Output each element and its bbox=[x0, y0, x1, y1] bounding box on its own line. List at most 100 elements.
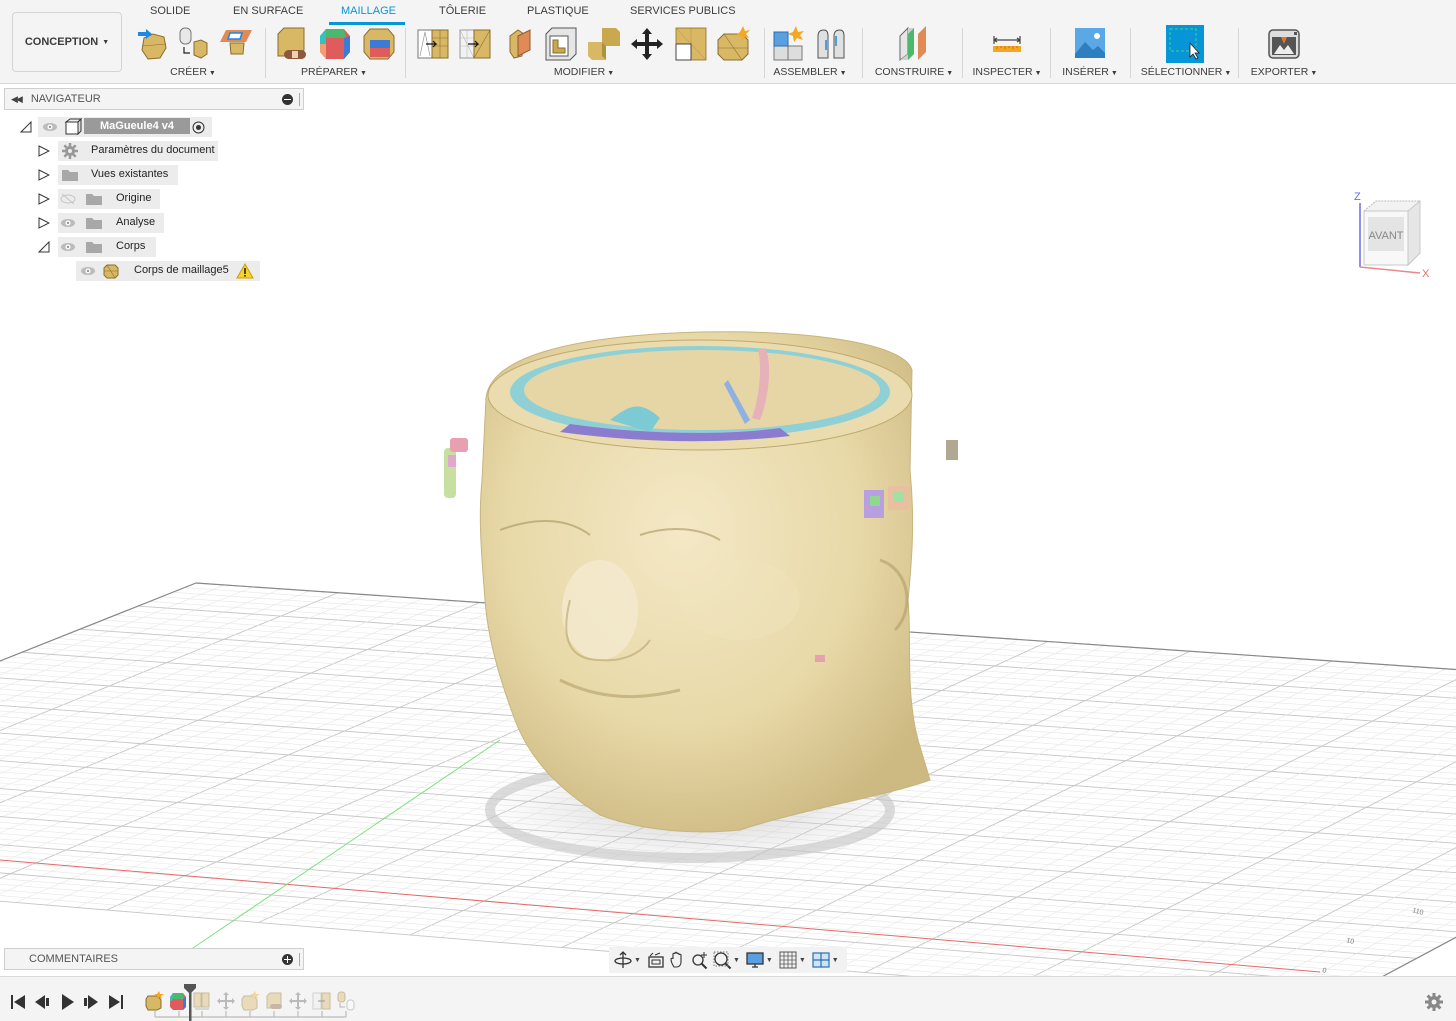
orbit-button[interactable]: ▼ bbox=[613, 949, 644, 971]
create-face-group-button[interactable] bbox=[220, 26, 254, 62]
view-cube-face-label: AVANT bbox=[1368, 230, 1403, 242]
warning-icon[interactable] bbox=[236, 263, 254, 279]
move-button[interactable] bbox=[630, 26, 664, 62]
new-component-icon bbox=[773, 26, 804, 61]
pan-icon bbox=[670, 951, 682, 968]
collapsed-triangle-icon[interactable] bbox=[38, 193, 50, 205]
plane-cut-button[interactable] bbox=[674, 26, 708, 62]
joint-button[interactable] bbox=[814, 26, 848, 62]
tessellate-feature-icon[interactable] bbox=[336, 991, 356, 1011]
insert-mesh-button[interactable] bbox=[136, 26, 170, 62]
group-label-selectionner[interactable]: SÉLECTIONNER ▼ bbox=[1138, 66, 1234, 78]
folder-icon bbox=[86, 194, 102, 205]
grid-settings-button[interactable]: ▼ bbox=[778, 949, 809, 971]
new-component-button[interactable] bbox=[772, 26, 806, 62]
collapsed-triangle-icon[interactable] bbox=[38, 169, 50, 181]
tab-tolerie[interactable]: TÔLERIE bbox=[439, 5, 486, 17]
workspace-label: CONCEPTION bbox=[24, 36, 99, 48]
expanded-triangle-icon[interactable] bbox=[38, 241, 50, 253]
insert-mesh-feature-icon[interactable] bbox=[144, 991, 164, 1011]
group-label-inspecter[interactable]: INSPECTER ▼ bbox=[970, 66, 1044, 78]
collapsed-triangle-icon[interactable] bbox=[38, 217, 50, 229]
export-button[interactable] bbox=[1267, 26, 1301, 62]
erase-and-fill-button[interactable] bbox=[502, 26, 536, 62]
repair-icon bbox=[277, 27, 306, 59]
shell-button[interactable] bbox=[544, 26, 578, 62]
group-label-modifier[interactable]: MODIFIER ▼ bbox=[410, 66, 758, 78]
last-icon[interactable] bbox=[107, 994, 125, 1010]
tab-services-publics[interactable]: SERVICES PUBLICS bbox=[630, 5, 736, 17]
insert-image-button[interactable] bbox=[1073, 26, 1107, 62]
group-label-inserer[interactable]: INSÉRER ▼ bbox=[1058, 66, 1122, 78]
timeline-settings-gear-icon[interactable] bbox=[1425, 993, 1443, 1011]
repair-button[interactable] bbox=[274, 26, 308, 62]
measure-button[interactable] bbox=[990, 26, 1024, 62]
remesh-button[interactable] bbox=[416, 26, 450, 62]
reduce-feature-icon[interactable] bbox=[312, 991, 332, 1011]
eye-icon[interactable] bbox=[60, 217, 76, 229]
look-at-button[interactable] bbox=[646, 949, 666, 971]
offset-plane-button[interactable] bbox=[896, 26, 930, 62]
group-label-creer[interactable]: CRÉER ▼ bbox=[132, 66, 254, 78]
select-icon bbox=[1166, 25, 1204, 63]
remesh-feature-icon[interactable] bbox=[192, 991, 212, 1011]
tab-plastique[interactable]: PLASTIQUE bbox=[527, 5, 589, 17]
navigator-title: NAVIGATEUR bbox=[30, 93, 101, 105]
fit-button[interactable]: ▼ bbox=[712, 949, 743, 971]
group-creer: CRÉER ▼ bbox=[132, 26, 254, 82]
group-assembler: ASSEMBLER ▼ bbox=[768, 26, 852, 82]
group-label-preparer[interactable]: PRÉPARER ▼ bbox=[270, 66, 398, 78]
3d-viewport[interactable]: 0 10 110 AVANT Z X bbox=[0, 85, 1456, 976]
viewports-icon bbox=[812, 952, 830, 968]
first-icon[interactable] bbox=[9, 994, 27, 1010]
combine-button[interactable] bbox=[586, 26, 620, 62]
zoom-button[interactable] bbox=[690, 949, 710, 971]
viewports-button[interactable]: ▼ bbox=[811, 949, 842, 971]
combine-face-groups-button[interactable] bbox=[362, 26, 396, 62]
collapsed-triangle-icon[interactable] bbox=[38, 145, 50, 157]
tessellate-button[interactable] bbox=[176, 26, 210, 62]
mesh-body-head[interactable] bbox=[479, 331, 931, 833]
expanded-triangle-icon[interactable] bbox=[20, 121, 32, 133]
orbit-icon bbox=[614, 951, 632, 968]
collapse-panel-icon[interactable]: ◀◀ bbox=[11, 94, 23, 105]
add-comment-icon[interactable] bbox=[282, 954, 293, 965]
joint-icon bbox=[817, 29, 845, 59]
play-icon[interactable] bbox=[58, 994, 76, 1010]
activate-radio-icon[interactable] bbox=[192, 121, 205, 134]
combine-icon bbox=[588, 28, 620, 60]
resize-grip[interactable] bbox=[299, 93, 301, 106]
display-settings-button[interactable]: ▼ bbox=[745, 949, 776, 971]
fusion-app: CONCEPTION ▼ SOLIDE EN SURFACE MAILLAGE … bbox=[0, 0, 1456, 1021]
minimize-icon[interactable] bbox=[282, 94, 293, 105]
move-feature-icon[interactable] bbox=[288, 991, 308, 1011]
grid-ruler-label: 110 bbox=[1411, 907, 1424, 917]
next-icon[interactable] bbox=[82, 994, 100, 1010]
separate-button[interactable] bbox=[716, 26, 750, 62]
repair-feature-icon[interactable] bbox=[264, 991, 284, 1011]
group-label-construire[interactable]: CONSTRUIRE ▼ bbox=[870, 66, 958, 78]
group-label-exporter[interactable]: EXPORTER ▼ bbox=[1246, 66, 1322, 78]
remesh-icon bbox=[417, 29, 449, 59]
eye-icon[interactable] bbox=[42, 121, 58, 133]
previous-icon[interactable] bbox=[33, 994, 51, 1010]
eye-icon[interactable] bbox=[60, 241, 76, 253]
tab-en-surface[interactable]: EN SURFACE bbox=[233, 5, 303, 17]
pan-button[interactable] bbox=[668, 949, 688, 971]
separate-feature-icon[interactable] bbox=[240, 991, 260, 1011]
root-component-label[interactable]: MaGueule4 v4 bbox=[84, 118, 190, 134]
tree-item-label: Origine bbox=[116, 192, 152, 204]
resize-grip[interactable] bbox=[299, 953, 301, 966]
generate-face-groups-button[interactable] bbox=[318, 26, 352, 62]
tab-solide[interactable]: SOLIDE bbox=[150, 5, 190, 17]
workspace-switcher[interactable]: CONCEPTION ▼ bbox=[12, 12, 122, 72]
eye-icon[interactable] bbox=[80, 265, 96, 277]
select-button[interactable] bbox=[1166, 25, 1204, 63]
tab-maillage[interactable]: MAILLAGE bbox=[341, 5, 396, 17]
comments-panel[interactable]: COMMENTAIRES bbox=[4, 948, 304, 970]
view-cube[interactable]: AVANT Z X bbox=[1350, 185, 1435, 280]
group-label-assembler[interactable]: ASSEMBLER ▼ bbox=[768, 66, 852, 78]
reduce-button[interactable] bbox=[458, 26, 492, 62]
move-feature-icon[interactable] bbox=[216, 991, 236, 1011]
eye-hidden-icon[interactable] bbox=[60, 193, 76, 205]
